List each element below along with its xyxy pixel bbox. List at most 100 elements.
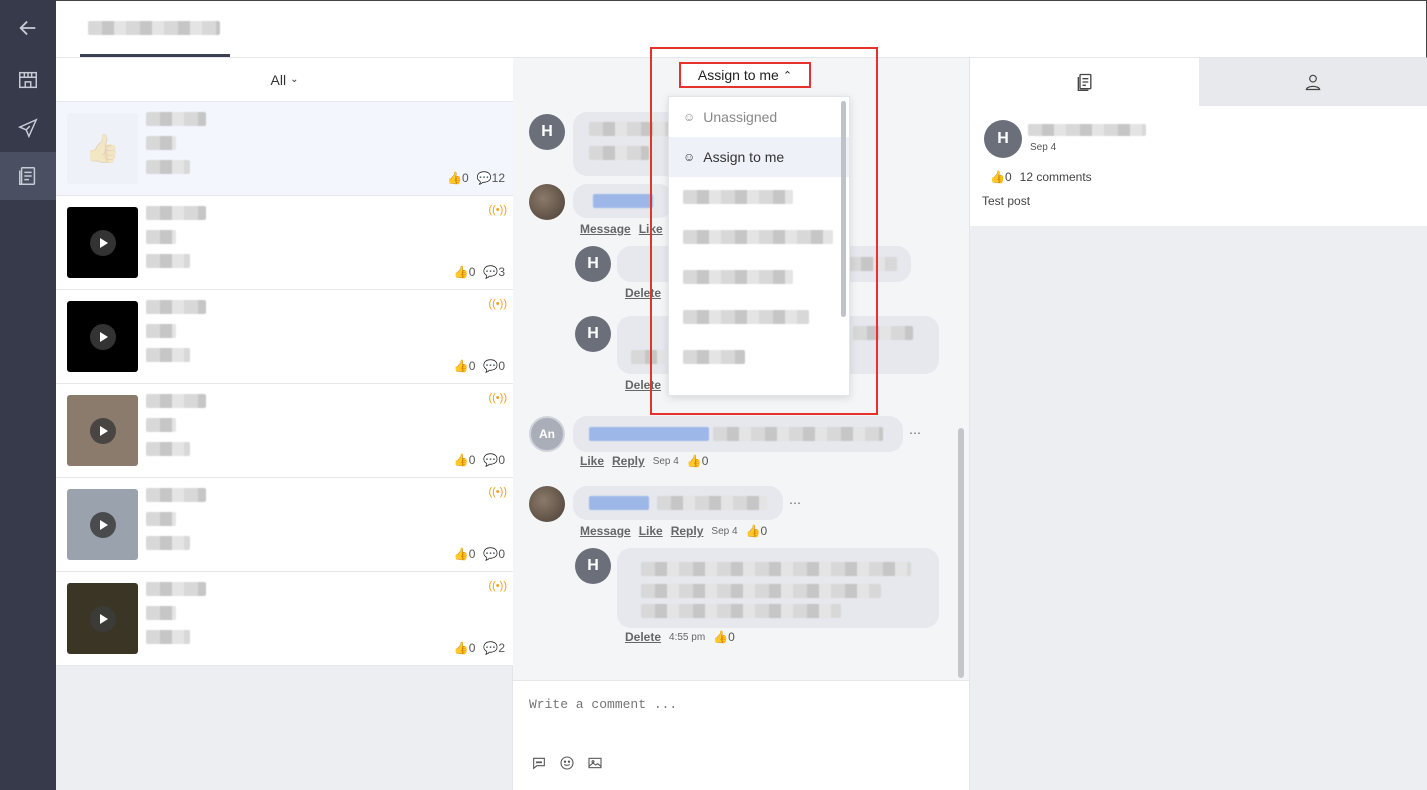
- comment-bubble: [573, 112, 683, 176]
- reply-link[interactable]: Reply: [671, 524, 704, 538]
- tab-user-profile[interactable]: [1199, 58, 1427, 106]
- assign-dropdown-menu: ☺ Unassigned ☺ Assign to me: [668, 96, 850, 396]
- list-item[interactable]: ((•)) 👍0 💬2: [56, 572, 513, 666]
- broadcast-icon: ((•)): [488, 204, 507, 216]
- like-count: 👍0: [713, 630, 735, 644]
- blurred-post-text: [146, 112, 268, 192]
- video-thumbnail: [67, 207, 138, 278]
- play-icon[interactable]: [89, 605, 116, 632]
- user-icon: [1305, 74, 1321, 91]
- like-count: 👍0: [453, 359, 476, 373]
- post-date: Sep 4: [1030, 142, 1057, 153]
- dropdown-item-agent[interactable]: [669, 297, 849, 337]
- comment-count: 💬12: [476, 171, 505, 185]
- video-thumbnail: [67, 301, 138, 372]
- dropdown-item-agent[interactable]: [669, 337, 849, 377]
- top-bar: [56, 0, 1427, 58]
- back-arrow-icon: [19, 20, 36, 36]
- dropdown-item-agent[interactable]: [669, 217, 849, 257]
- reply-link[interactable]: Reply: [612, 454, 645, 468]
- broadcast-icon: ((•)): [488, 392, 507, 404]
- post-list-panel: All ⌄ 👍 👍0 💬12 ((•)) 👍0 💬3 ((•)) 👍0 💬0 ((•)) 👍0 💬0(…: [56, 58, 513, 790]
- comment-date: Sep 4: [652, 455, 679, 467]
- blurred-post-text: [146, 582, 268, 662]
- nav-item-store[interactable]: [0, 56, 56, 104]
- avatar: [529, 184, 565, 220]
- comment-count: 💬0: [483, 453, 505, 467]
- post-stats: 👍0 💬12: [447, 171, 505, 185]
- nav-item-posts[interactable]: [0, 152, 56, 200]
- delete-link[interactable]: Delete: [625, 378, 661, 392]
- like-count: 👍0: [990, 170, 1012, 184]
- back-button[interactable]: [0, 4, 56, 52]
- avatar: H: [575, 246, 611, 282]
- user-x-icon: ☺: [683, 110, 696, 124]
- tab-post-details[interactable]: [970, 58, 1199, 106]
- blurred-post-text: [146, 488, 268, 568]
- delete-link[interactable]: Delete: [625, 630, 661, 644]
- comment-count: 💬2: [483, 641, 505, 655]
- comment-actions: Message Like Reply Sep 4 👍0: [580, 524, 767, 538]
- blurred-post-text: [146, 206, 268, 286]
- play-icon[interactable]: [89, 229, 116, 256]
- delete-link[interactable]: Delete: [625, 286, 661, 300]
- like-link[interactable]: Like: [639, 222, 663, 236]
- comments-scrollbar[interactable]: [958, 428, 964, 678]
- video-thumbnail: [67, 583, 138, 654]
- message-link[interactable]: Message: [580, 524, 631, 538]
- composer-toolbar: [531, 755, 603, 771]
- like-count: 👍0: [745, 524, 768, 538]
- image-icon[interactable]: [587, 755, 603, 771]
- page-tab[interactable]: [80, 11, 230, 57]
- broadcast-icon: ((•)): [488, 486, 507, 498]
- video-thumbnail: [67, 489, 138, 560]
- reply-actions: Delete: [625, 286, 661, 300]
- author-avatar: H: [984, 120, 1022, 158]
- list-item[interactable]: ((•)) 👍0 💬0: [56, 478, 513, 572]
- post-summary-card: H Sep 4 👍0 12 comments Test post: [970, 106, 1427, 226]
- document-icon: [1077, 73, 1091, 91]
- avatar: [529, 486, 565, 522]
- left-nav: [0, 0, 56, 790]
- emoji-icon[interactable]: [559, 755, 575, 771]
- list-item[interactable]: ((•)) 👍0 💬0: [56, 290, 513, 384]
- comment-input[interactable]: [529, 697, 929, 712]
- user-icon: ☺: [683, 150, 696, 164]
- comment-bubble: [573, 184, 673, 218]
- play-icon[interactable]: [89, 417, 116, 444]
- dropdown-item-agent[interactable]: [669, 177, 849, 217]
- reply-bubble: [617, 548, 939, 628]
- like-count: 👍0: [447, 171, 469, 185]
- assign-dropdown-button[interactable]: Assign to me ⌃: [679, 62, 811, 88]
- post-stats: 👍0 💬3: [454, 265, 505, 279]
- chevron-up-icon: ⌃: [782, 69, 793, 82]
- broadcast-icon: ((•)): [488, 580, 507, 592]
- like-count: 👍0: [453, 641, 476, 655]
- dropdown-item-agent[interactable]: [669, 257, 849, 297]
- nav-item-publish[interactable]: [0, 104, 56, 152]
- play-icon[interactable]: [89, 323, 116, 350]
- play-icon[interactable]: [89, 511, 116, 538]
- dropdown-item-assign-me[interactable]: ☺ Assign to me: [669, 137, 849, 177]
- like-link[interactable]: Like: [639, 524, 663, 538]
- like-link[interactable]: Like: [580, 454, 604, 468]
- message-link[interactable]: Message: [580, 222, 631, 236]
- comment-bubble: [573, 486, 783, 520]
- chat-bubble-icon[interactable]: [531, 755, 547, 771]
- comment-count: 💬0: [483, 359, 505, 373]
- post-detail-panel: H Sep 4 👍0 12 comments Test post: [970, 58, 1427, 790]
- comment-actions: Like Reply Sep 4 👍0: [580, 454, 708, 468]
- blurred-author-name: [1028, 124, 1146, 136]
- paper-plane-icon: [17, 118, 38, 139]
- list-item[interactable]: ((•)) 👍0 💬0: [56, 384, 513, 478]
- dropdown-scrollbar[interactable]: [841, 101, 846, 317]
- more-options-icon[interactable]: ⋯: [909, 426, 921, 440]
- more-options-icon[interactable]: ⋯: [789, 496, 801, 510]
- list-item[interactable]: ((•)) 👍0 💬3: [56, 196, 513, 290]
- comment-count: 💬3: [483, 265, 505, 279]
- like-thumbnail: 👍: [67, 113, 138, 184]
- filter-dropdown[interactable]: All ⌄: [56, 58, 513, 102]
- post-stats: 👍0 💬0: [454, 453, 505, 467]
- list-item[interactable]: 👍 👍0 💬12: [56, 102, 513, 196]
- dropdown-item-unassigned[interactable]: ☺ Unassigned: [669, 97, 849, 137]
